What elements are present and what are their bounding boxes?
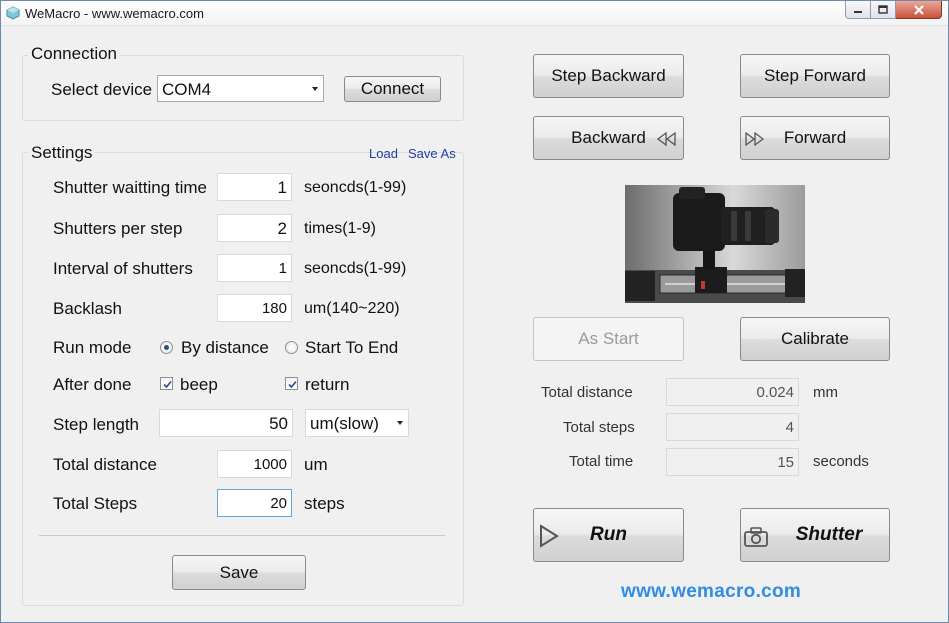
shutter-label: Shutter: [795, 524, 863, 545]
close-icon: [913, 4, 924, 15]
shutters-per-step-input[interactable]: 2: [217, 214, 292, 242]
window-controls: [845, 1, 942, 19]
maximize-button[interactable]: [871, 1, 896, 19]
interval-unit: seoncds(1-99): [304, 260, 407, 277]
stat-total-steps-value: 4: [666, 413, 799, 441]
close-button[interactable]: [896, 1, 942, 19]
shutter-wait-unit: seoncds(1-99): [304, 179, 407, 196]
camera-rail-photo: [625, 185, 805, 303]
by-distance-radio[interactable]: [160, 341, 173, 354]
run-label: Run: [590, 524, 627, 545]
app-window: WeMacro - www.wemacro.com Connection Sel…: [0, 0, 949, 623]
checkmark-icon: [163, 380, 172, 389]
total-distance-label: Total distance: [53, 455, 157, 474]
shutter-button[interactable]: Shutter: [740, 508, 890, 562]
step-unit-select[interactable]: um(slow): [305, 409, 409, 437]
after-done-label: After done: [53, 375, 132, 394]
step-unit-value: um(slow): [310, 414, 379, 433]
backlash-label: Backlash: [53, 299, 122, 318]
connect-button[interactable]: Connect: [344, 76, 441, 102]
interval-input[interactable]: 1: [217, 254, 292, 282]
title-bar: WeMacro - www.wemacro.com: [1, 1, 948, 26]
start-to-end-label[interactable]: Start To End: [305, 338, 398, 358]
step-backward-button[interactable]: Step Backward: [533, 54, 684, 98]
backlash-input[interactable]: 180: [217, 294, 292, 322]
calibrate-button[interactable]: Calibrate: [740, 317, 890, 361]
website-link[interactable]: www.wemacro.com: [621, 581, 801, 603]
beep-checkbox[interactable]: [160, 377, 173, 390]
as-start-button[interactable]: As Start: [533, 317, 684, 361]
stat-total-distance-unit: mm: [813, 384, 838, 401]
save-as-link[interactable]: Save As: [408, 146, 456, 161]
interval-label: Interval of shutters: [53, 259, 193, 278]
return-checkbox[interactable]: [285, 377, 298, 390]
return-label[interactable]: return: [305, 375, 349, 395]
save-button[interactable]: Save: [172, 555, 306, 590]
stat-total-distance-label: Total distance: [541, 384, 633, 401]
fast-forward-icon: [745, 132, 764, 146]
load-link[interactable]: Load: [369, 146, 398, 161]
maximize-icon: [878, 5, 888, 14]
window-title: WeMacro - www.wemacro.com: [25, 6, 204, 21]
play-icon: [540, 524, 559, 548]
forward-label: Forward: [783, 128, 847, 147]
select-device-label: Select device: [51, 80, 153, 99]
app-icon: [6, 6, 20, 20]
start-to-end-radio[interactable]: [285, 341, 298, 354]
chevron-down-icon: [312, 87, 318, 91]
step-length-input[interactable]: 50: [159, 409, 293, 437]
shutters-per-step-unit: times(1-9): [304, 220, 377, 237]
checkmark-icon: [288, 380, 297, 389]
camera-icon: [744, 527, 768, 547]
chevron-down-icon: [397, 421, 403, 425]
total-steps-unit: steps: [304, 494, 345, 513]
total-steps-label: Total Steps: [53, 494, 138, 513]
step-length-label: Step length: [53, 415, 140, 434]
device-select[interactable]: COM4: [157, 75, 324, 102]
shutter-wait-label: Shutter waitting time: [53, 178, 208, 197]
backward-button[interactable]: Backward: [533, 116, 684, 160]
shutters-per-step-label: Shutters per step: [53, 219, 183, 238]
run-mode-label: Run mode: [53, 338, 132, 357]
rewind-icon: [657, 132, 676, 146]
step-forward-button[interactable]: Step Forward: [740, 54, 890, 98]
minimize-icon: [854, 10, 862, 13]
minimize-button[interactable]: [845, 1, 871, 19]
stat-total-time-unit: seconds: [813, 453, 869, 470]
settings-divider: [39, 535, 445, 536]
backlash-unit: um(140~220): [304, 300, 400, 317]
forward-button[interactable]: Forward: [740, 116, 890, 160]
settings-title: Settings: [28, 143, 96, 163]
device-select-value: COM4: [162, 80, 212, 99]
stat-total-time-value: 15: [666, 448, 799, 476]
total-distance-unit: um: [304, 455, 328, 474]
total-steps-input[interactable]: 20: [217, 489, 292, 517]
stat-total-time-label: Total time: [569, 453, 634, 470]
run-button[interactable]: Run: [533, 508, 684, 562]
beep-label[interactable]: beep: [180, 375, 218, 395]
stat-total-steps-label: Total steps: [563, 419, 635, 436]
backward-label: Backward: [571, 128, 646, 147]
shutter-wait-input[interactable]: 1: [217, 173, 292, 201]
stat-total-distance-value: 0.024: [666, 378, 799, 406]
by-distance-label[interactable]: By distance: [181, 338, 269, 358]
total-distance-input[interactable]: 1000: [217, 450, 292, 478]
camera-on-rail-image: [625, 187, 805, 303]
connection-title: Connection: [28, 44, 121, 64]
